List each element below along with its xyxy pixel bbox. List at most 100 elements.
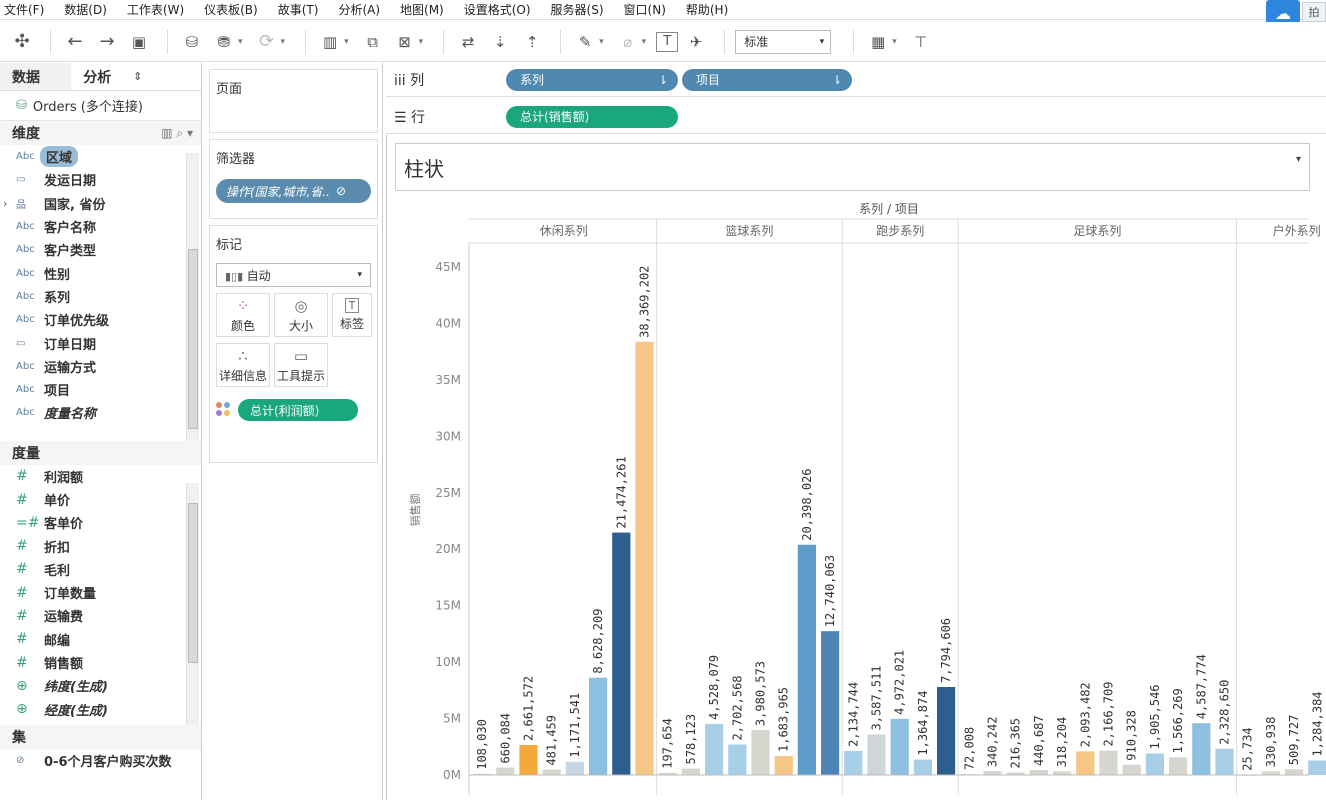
scrollbar-thumb[interactable] bbox=[188, 503, 198, 663]
save-icon[interactable]: ▣ bbox=[125, 28, 153, 56]
tab-collapse-icon[interactable]: ⇕ bbox=[133, 63, 201, 90]
dimension-field[interactable]: › 品 国家, 省份 bbox=[0, 192, 201, 215]
measure-field[interactable]: ⊕ 经度(生成) bbox=[0, 698, 201, 721]
menu-item[interactable]: 窗口(N) bbox=[624, 1, 666, 18]
bar[interactable] bbox=[612, 532, 631, 775]
color-button[interactable]: ⁘ 颜色 bbox=[216, 293, 270, 337]
bar[interactable] bbox=[797, 544, 816, 775]
group-header[interactable]: 休闲系列 bbox=[540, 224, 588, 238]
chevron-down-icon[interactable]: ▾ bbox=[281, 37, 286, 47]
detail-button[interactable]: ∴ 详细信息 bbox=[216, 343, 270, 387]
profit-pill[interactable]: 总计(利润额) bbox=[238, 399, 358, 421]
bar[interactable] bbox=[913, 759, 932, 775]
bar[interactable] bbox=[1169, 757, 1188, 775]
presentation-icon[interactable]: ⊤ bbox=[907, 28, 935, 56]
measure-field[interactable]: # 订单数量 bbox=[0, 581, 201, 604]
bar[interactable] bbox=[867, 734, 886, 775]
highlight-icon[interactable]: ✎ bbox=[571, 28, 599, 56]
bar[interactable] bbox=[1308, 760, 1326, 775]
bar[interactable] bbox=[681, 768, 700, 775]
size-button[interactable]: ◎ 大小 bbox=[274, 293, 328, 337]
bar[interactable] bbox=[774, 755, 793, 775]
measure-field[interactable]: # 折扣 bbox=[0, 534, 201, 557]
tableau-logo-icon[interactable]: ✣ bbox=[8, 28, 36, 56]
text-label-icon[interactable]: T bbox=[656, 31, 679, 52]
dimension-field[interactable]: Abc 订单优先级 bbox=[0, 308, 201, 331]
datasource-item[interactable]: ⛁ Orders (多个连接) bbox=[0, 91, 201, 121]
dimension-field[interactable]: Abc 区域 bbox=[0, 145, 201, 168]
dimension-field[interactable]: Abc 项目 bbox=[0, 378, 201, 401]
measure-field[interactable]: ⊕ 纬度(生成) bbox=[0, 674, 201, 697]
pin-icon[interactable]: ✈ bbox=[682, 28, 710, 56]
group-icon[interactable]: ⌀ bbox=[614, 28, 642, 56]
menu-item[interactable]: 服务器(S) bbox=[551, 1, 604, 18]
bar[interactable] bbox=[705, 723, 724, 775]
filter-pill[interactable]: 操作(国家,城市,省.. ⊘ bbox=[216, 179, 371, 203]
mark-type-dropdown[interactable]: ▮▯▮ 自动 ▾ bbox=[216, 263, 371, 287]
bar[interactable] bbox=[1099, 750, 1118, 775]
bar[interactable] bbox=[983, 771, 1002, 775]
dimension-field[interactable]: ▭ 发运日期 bbox=[0, 168, 201, 191]
measure-scrollbar[interactable] bbox=[186, 483, 199, 738]
bar[interactable] bbox=[844, 750, 863, 775]
sort-desc-icon[interactable]: ⇡ bbox=[518, 28, 546, 56]
chevron-down-icon[interactable]: ▾ bbox=[892, 37, 897, 47]
sort-asc-icon[interactable]: ⇣ bbox=[486, 28, 514, 56]
swap-icon[interactable]: ⇄ bbox=[454, 28, 482, 56]
bar[interactable] bbox=[1053, 771, 1072, 775]
duplicate-icon[interactable]: ⧉ bbox=[359, 28, 387, 56]
dimension-field[interactable]: Abc 客户名称 bbox=[0, 215, 201, 238]
group-header[interactable]: 足球系列 bbox=[1073, 224, 1121, 238]
chevron-down-icon[interactable]: ▾ bbox=[344, 37, 349, 47]
dimension-scrollbar[interactable] bbox=[186, 153, 199, 453]
bar[interactable] bbox=[589, 677, 608, 775]
back-arrow-icon[interactable]: ← bbox=[61, 28, 89, 56]
bar[interactable] bbox=[1122, 764, 1141, 775]
menu-item[interactable]: 地图(M) bbox=[400, 1, 444, 18]
tab-analysis[interactable]: 分析 bbox=[71, 63, 133, 90]
dimension-tools[interactable]: ▥ ⌕ ▾ bbox=[161, 126, 193, 141]
bar[interactable] bbox=[751, 730, 770, 775]
bar[interactable] bbox=[1215, 748, 1234, 775]
dimension-field[interactable]: Abc 系列 bbox=[0, 285, 201, 308]
menu-item[interactable]: 设置格式(O) bbox=[464, 1, 531, 18]
measure-field[interactable]: # 毛利 bbox=[0, 558, 201, 581]
group-header[interactable]: 跑步系列 bbox=[876, 224, 924, 238]
clear-icon[interactable]: ⊠ bbox=[391, 28, 419, 56]
bar[interactable] bbox=[1076, 751, 1095, 775]
forward-arrow-icon[interactable]: → bbox=[93, 28, 121, 56]
bar[interactable] bbox=[496, 767, 515, 775]
new-datasource-icon[interactable]: ⛁ bbox=[178, 28, 206, 56]
bar[interactable] bbox=[1029, 770, 1048, 775]
tooltip-button[interactable]: ▭ 工具提示 bbox=[274, 343, 328, 387]
series-pill[interactable]: 系列 ⇂ bbox=[506, 68, 678, 91]
expand-icon[interactable]: › bbox=[3, 197, 7, 210]
bar[interactable] bbox=[1261, 771, 1280, 775]
chevron-down-icon[interactable]: ▾ bbox=[642, 37, 647, 47]
measure-field[interactable]: =# 客单价 bbox=[0, 511, 201, 534]
filters-card[interactable]: 筛选器 操作(国家,城市,省.. ⊘ bbox=[209, 139, 378, 219]
dimension-field[interactable]: Abc 运输方式 bbox=[0, 355, 201, 378]
bar[interactable] bbox=[890, 718, 909, 775]
label-button[interactable]: T 标签 bbox=[332, 293, 372, 337]
dimension-field[interactable]: Abc 性别 bbox=[0, 261, 201, 284]
bar[interactable] bbox=[635, 341, 654, 775]
new-worksheet-icon[interactable]: ▥ bbox=[316, 28, 344, 56]
chevron-down-icon[interactable]: ▾ bbox=[238, 37, 243, 47]
chevron-down-icon[interactable]: ▾ bbox=[599, 37, 604, 47]
scrollbar-thumb[interactable] bbox=[188, 249, 198, 429]
bar[interactable] bbox=[1285, 769, 1304, 775]
pages-card[interactable]: 页面 bbox=[209, 69, 378, 133]
tab-data[interactable]: 数据 bbox=[0, 63, 72, 90]
group-header[interactable]: 篮球系列 bbox=[725, 223, 773, 238]
menu-item[interactable]: 分析(A) bbox=[338, 1, 380, 18]
dimension-field[interactable]: ▭ 订单日期 bbox=[0, 331, 201, 354]
measure-field[interactable]: # 运输费 bbox=[0, 604, 201, 627]
group-header[interactable]: 户外系列 bbox=[1273, 223, 1321, 238]
menu-item[interactable]: 工作表(W) bbox=[127, 1, 184, 18]
dimension-field[interactable]: Abc 度量名称 bbox=[0, 401, 201, 424]
chevron-down-icon[interactable]: ▾ bbox=[419, 37, 424, 47]
bar[interactable] bbox=[821, 631, 840, 775]
measure-field[interactable]: # 利润额 bbox=[0, 465, 201, 488]
bar[interactable] bbox=[542, 769, 561, 775]
